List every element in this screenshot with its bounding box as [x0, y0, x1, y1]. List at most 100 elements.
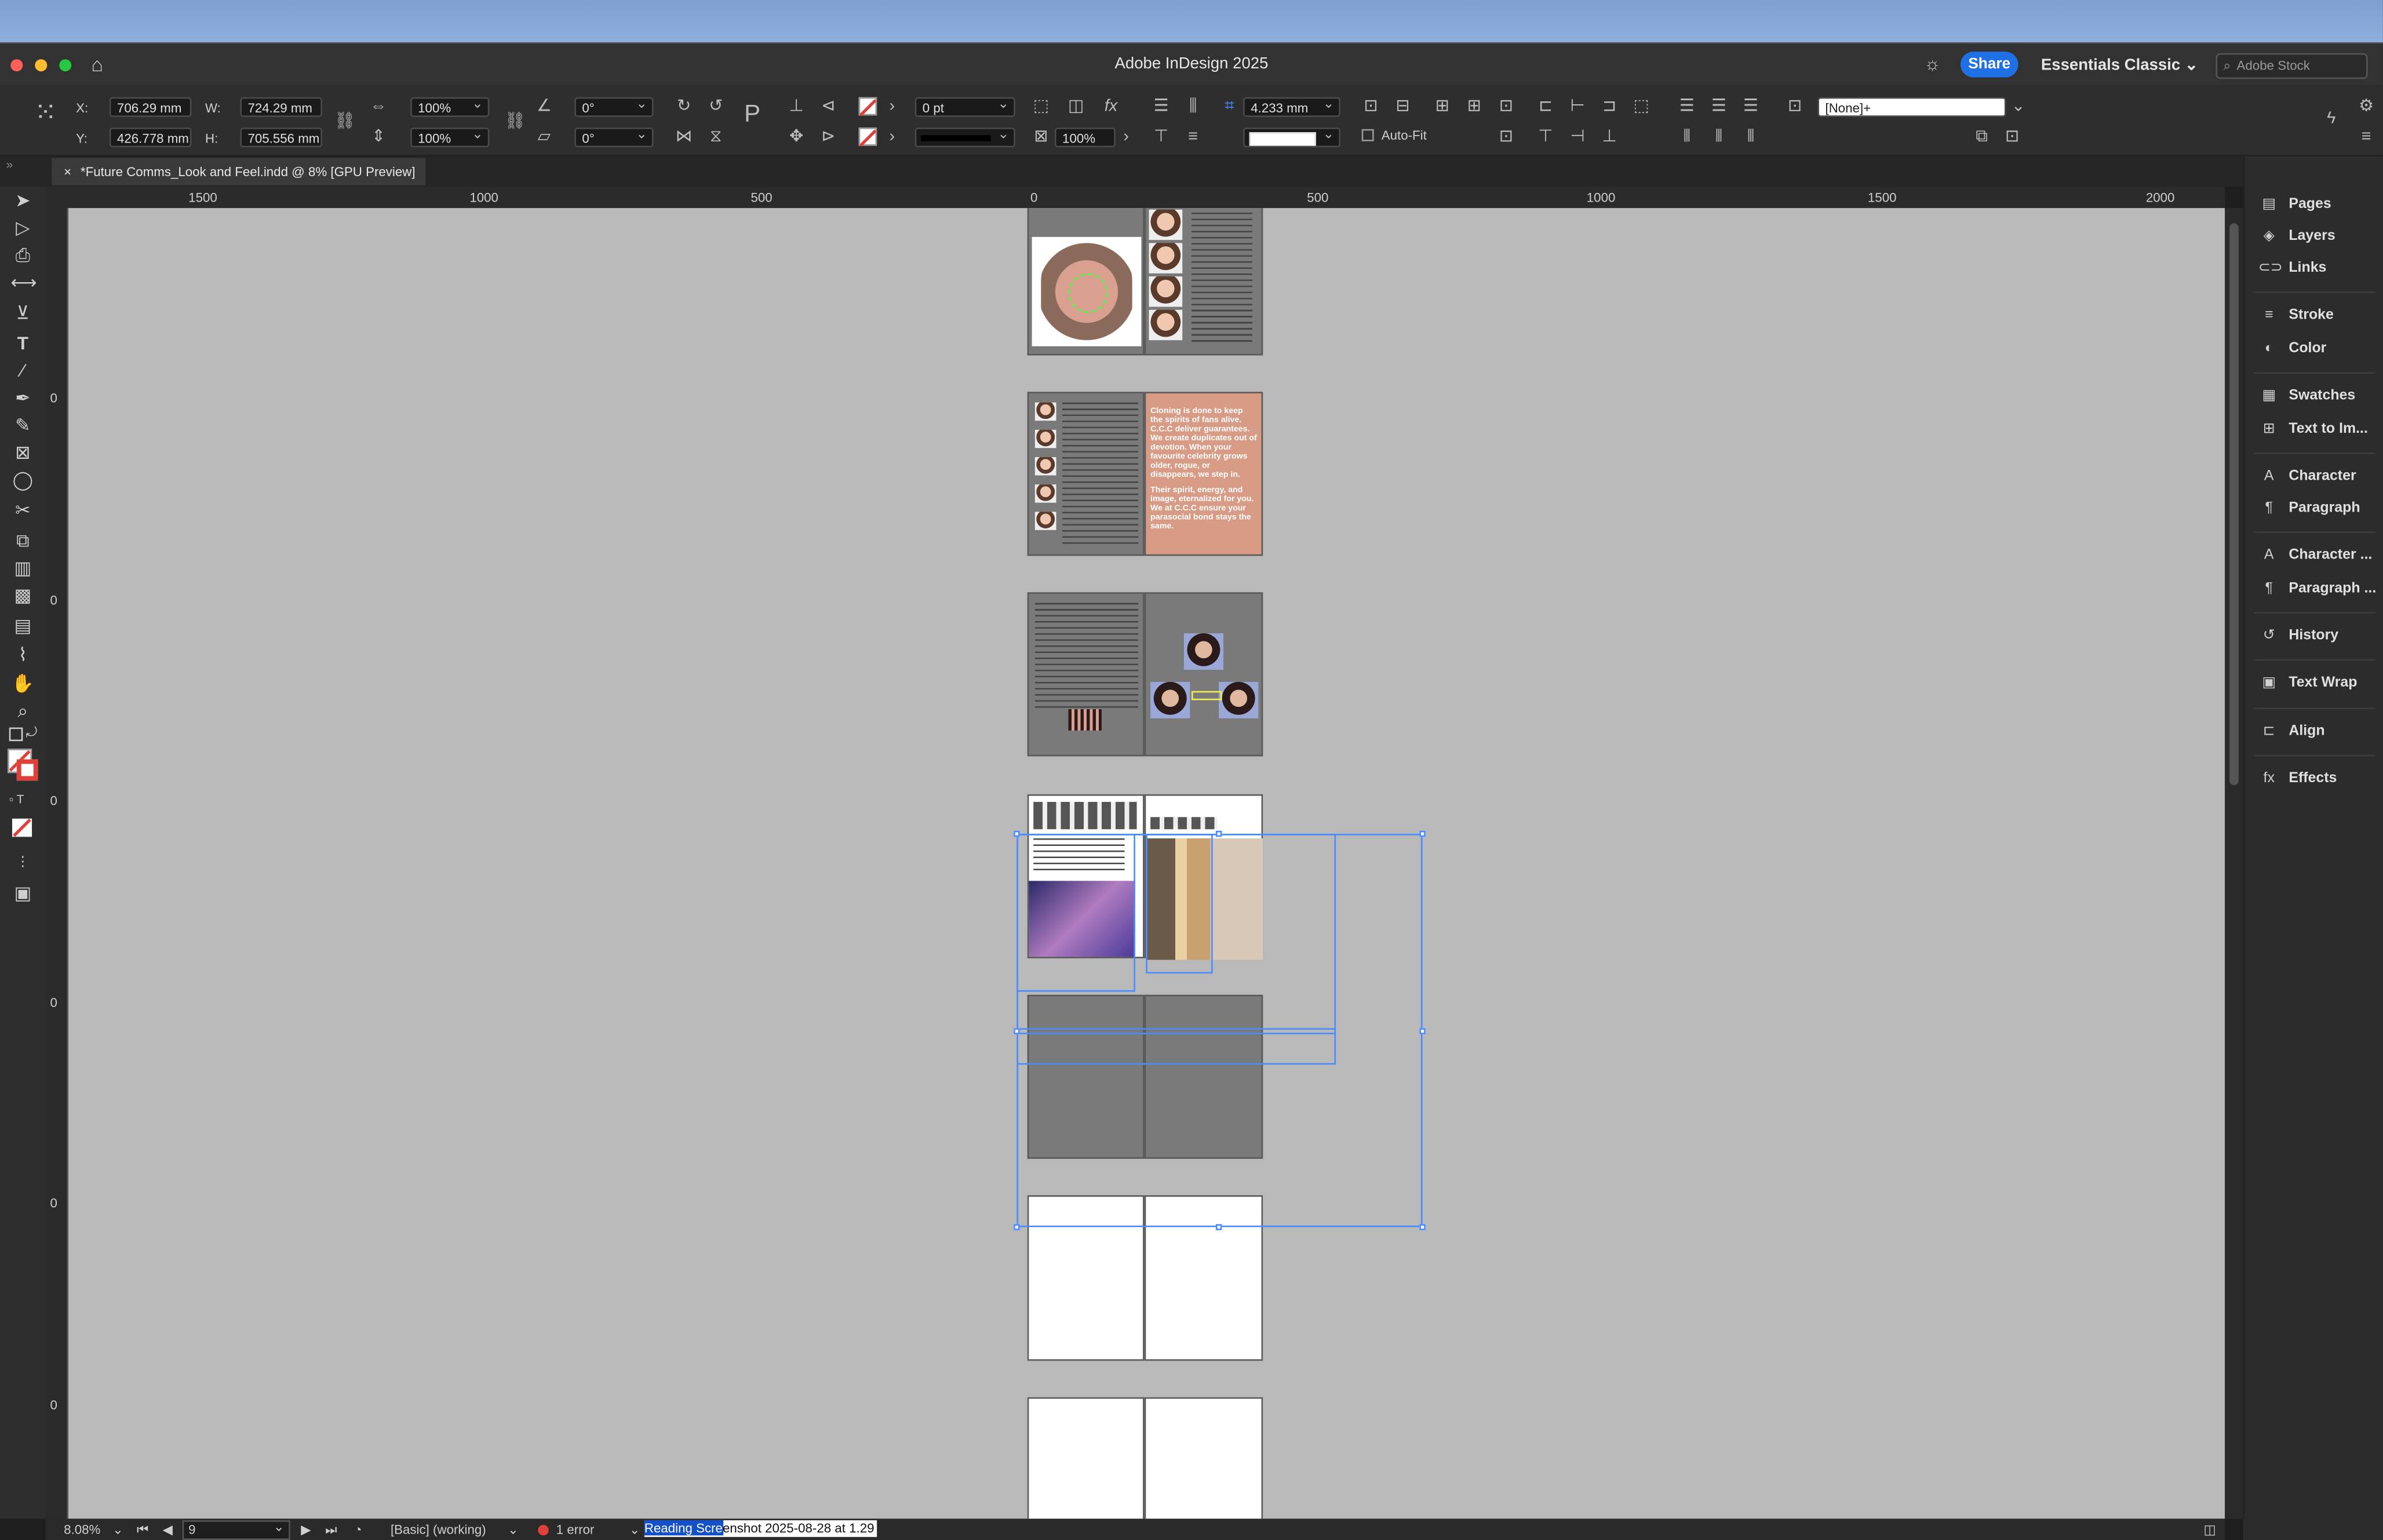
constrain-scale-icon[interactable]: ⛓: [505, 112, 526, 130]
errors-chevron-icon[interactable]: ⌄: [629, 1519, 640, 1540]
gradient-feather-tool-icon[interactable]: ▩: [10, 585, 35, 606]
page-right-spread-7[interactable]: [1144, 1397, 1263, 1519]
panel-item-color[interactable]: ◐ Color: [2258, 340, 2327, 357]
adobe-stock-search[interactable]: ⌕ Adobe Stock: [2216, 53, 2368, 79]
screen-mode-icon[interactable]: ▣: [10, 882, 35, 904]
zoom-tool-icon[interactable]: ⌕: [10, 700, 35, 721]
center-content-icon[interactable]: ⊞: [1433, 97, 1451, 115]
page-left-spread-3[interactable]: [1027, 592, 1145, 757]
page-right-spread-4[interactable]: [1144, 794, 1263, 960]
distribute-horizontal-center-icon[interactable]: ⫴: [1710, 127, 1728, 145]
align-left-icon[interactable]: ⊏: [1536, 97, 1554, 115]
selection-handle[interactable]: [1215, 1224, 1222, 1231]
share-button[interactable]: Share: [1960, 52, 2018, 78]
pencil-tool-icon[interactable]: ✎: [10, 415, 35, 436]
page-left-spread-2[interactable]: [1027, 392, 1145, 556]
scale-y-field[interactable]: 100%: [410, 127, 490, 148]
object-style-field[interactable]: [None]+: [1817, 97, 2006, 117]
columns-icon[interactable]: ⫼: [1184, 97, 1202, 115]
preflight-profile[interactable]: [Basic] (working): [391, 1519, 486, 1540]
selection-handle[interactable]: [1014, 830, 1020, 837]
panel-item-swatches[interactable]: ▦ Swatches: [2258, 387, 2355, 404]
profile-chevron-icon[interactable]: ⌄: [508, 1519, 519, 1540]
fit-proportionally-icon[interactable]: ⊡: [1497, 97, 1515, 115]
gear-icon[interactable]: ⚙: [2357, 97, 2375, 115]
first-page-icon[interactable]: ⏮: [137, 1519, 148, 1540]
stroke-swatch[interactable]: [16, 759, 38, 781]
panel-item-character[interactable]: A Character: [2258, 468, 2356, 484]
vertical-scrollbar[interactable]: [2225, 208, 2243, 1519]
panel-item-links[interactable]: ⊂⊃ Links: [2258, 260, 2327, 276]
fit-frame-content-icon[interactable]: ⊟: [1394, 97, 1412, 115]
direct-selection-tool-icon[interactable]: ▷: [10, 217, 35, 239]
distribute-center-icon[interactable]: ☰: [1710, 97, 1728, 115]
panel-menu-icon[interactable]: ≡: [2357, 127, 2375, 145]
align-to-selection-icon[interactable]: ⬚: [1632, 97, 1650, 115]
apply-none-icon[interactable]: [12, 818, 32, 837]
distribute-bottom-icon[interactable]: ☰: [1741, 97, 1759, 115]
panel-item-stroke[interactable]: ≡ Stroke: [2258, 307, 2334, 324]
align-top-icon[interactable]: ⊤: [1536, 127, 1554, 145]
fx-icon[interactable]: fx: [1102, 97, 1120, 115]
distribute-left-icon[interactable]: ⫴: [1678, 127, 1696, 145]
rectangle-frame-tool-icon[interactable]: ⊠: [10, 442, 35, 464]
gradient-swatch-tool-icon[interactable]: ▥: [10, 557, 35, 579]
autofit-checkbox[interactable]: [1361, 129, 1374, 141]
previous-page-icon[interactable]: ◀: [163, 1519, 173, 1540]
fit-content-frame-icon[interactable]: ⊡: [1362, 97, 1380, 115]
lightbulb-icon[interactable]: ☼: [1924, 53, 1941, 75]
page-right-spread-6[interactable]: [1144, 1195, 1263, 1361]
panel-item-pages[interactable]: ▤ Pages: [2258, 196, 2331, 213]
zoom-chevron-icon[interactable]: ⌄: [112, 1519, 123, 1540]
select-container-icon[interactable]: ⊥: [787, 97, 805, 115]
filename-edit-field[interactable]: Reading Screenshot 2025-08-28 at 1.29: [644, 1520, 877, 1537]
selection-handle[interactable]: [1419, 830, 1426, 837]
default-colors-icon[interactable]: [9, 727, 23, 742]
frame-fitting-icon[interactable]: ⬚: [1032, 97, 1050, 115]
pen-tool-icon[interactable]: ✒: [10, 387, 35, 408]
selection-handle[interactable]: [1014, 1028, 1020, 1035]
type-tool-icon[interactable]: T: [10, 333, 35, 354]
align-horizontal-center-icon[interactable]: ⊢: [1568, 97, 1586, 115]
content-aware-fit-icon[interactable]: ⊡: [1497, 127, 1515, 145]
select-content-icon[interactable]: ✥: [787, 127, 805, 145]
quick-apply-icon[interactable]: ⧉: [1973, 127, 1991, 145]
fill-menu-chevron-icon[interactable]: ›: [883, 97, 901, 115]
stroke-none-swatch[interactable]: [858, 127, 877, 147]
page-left-spread-5[interactable]: [1027, 994, 1145, 1159]
selection-handle[interactable]: [1215, 830, 1222, 837]
panel-item-text-wrap[interactable]: ▣ Text Wrap: [2258, 674, 2357, 691]
opacity-field[interactable]: 100%: [1054, 127, 1116, 148]
scale-x-field[interactable]: 100%: [410, 97, 490, 117]
panel-item-layers[interactable]: ◈ Layers: [2258, 228, 2335, 244]
panel-item-history[interactable]: ↺ History: [2258, 627, 2338, 644]
zoom-level[interactable]: 8.08%: [64, 1519, 100, 1540]
stroke-menu-chevron-icon[interactable]: ›: [883, 127, 901, 145]
clear-overrides-icon[interactable]: ⊡: [2003, 127, 2021, 145]
rotate-counterclockwise-icon[interactable]: ↺: [706, 97, 724, 115]
flip-vertical-icon[interactable]: ⧖: [706, 127, 724, 145]
constrain-proportions-icon[interactable]: ⛓: [334, 112, 356, 130]
align-center-text-icon[interactable]: ≡: [1184, 127, 1202, 145]
stroke-weight-field[interactable]: 0 pt: [914, 97, 1015, 117]
w-field[interactable]: 724.29 mm: [240, 97, 322, 117]
x-field[interactable]: 706.29 mm: [109, 97, 192, 117]
object-style-chevron-icon[interactable]: ⌄: [2009, 97, 2027, 115]
align-right-icon[interactable]: ⊐: [1600, 97, 1618, 115]
shear-field[interactable]: 0°: [574, 127, 654, 148]
fill-frame-icon[interactable]: ⊞: [1465, 97, 1483, 115]
page-right-spread-5[interactable]: [1144, 994, 1263, 1159]
panel-item-paragraph[interactable]: ¶ Paragraph ...: [2258, 580, 2377, 597]
note-tool-icon[interactable]: ▤: [10, 615, 35, 637]
error-count[interactable]: 1 error: [556, 1519, 595, 1540]
page-tool-icon[interactable]: ⎙: [10, 244, 35, 266]
page-left-spread-4[interactable]: [1027, 794, 1145, 959]
select-next-icon[interactable]: ⊳: [819, 127, 837, 145]
free-transform-tool-icon[interactable]: ⧉: [10, 530, 35, 552]
align-top-text-icon[interactable]: ⊤: [1152, 127, 1170, 145]
line-tool-icon[interactable]: ⁄: [10, 360, 35, 381]
panel-item-align[interactable]: ⊏ Align: [2258, 723, 2325, 740]
page-right-spread-3[interactable]: [1144, 592, 1263, 757]
page-right-spread-2[interactable]: Cloning is done to keep the spirits of f…: [1144, 392, 1263, 556]
panel-item-effects[interactable]: fx Effects: [2258, 770, 2337, 787]
